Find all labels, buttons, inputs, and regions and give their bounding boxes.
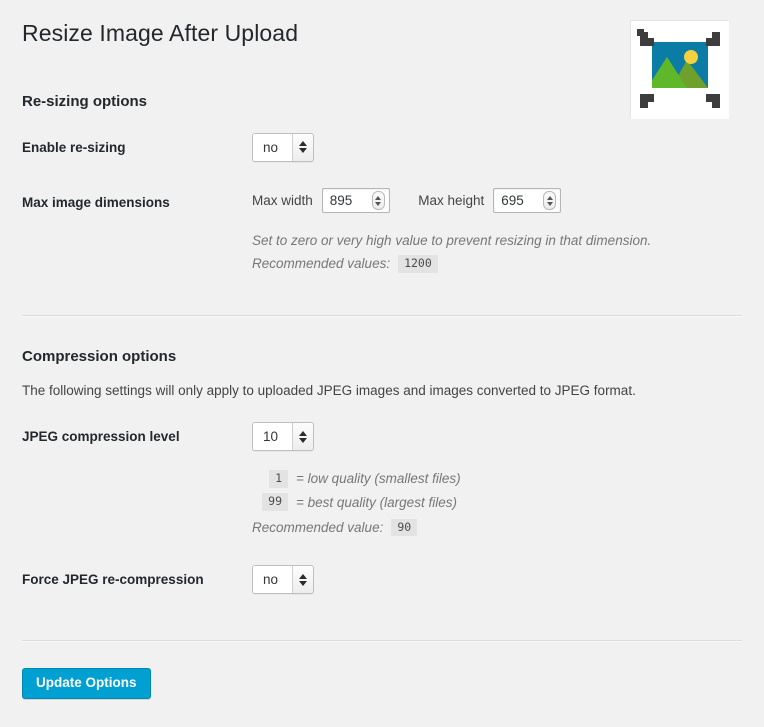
max-width-field: Max width 895 xyxy=(252,188,390,214)
max-dimensions-help: Set to zero or very high value to preven… xyxy=(252,230,732,275)
max-width-input[interactable]: 895 xyxy=(321,188,390,214)
max-dimensions-recommended: Recommended values: 1200 xyxy=(252,253,732,275)
force-recompression-value: no xyxy=(253,566,292,594)
updown-arrow-icon xyxy=(292,133,313,161)
plugin-banner xyxy=(630,20,729,119)
row-max-dimensions: Max image dimensions Max width 895 Max h… xyxy=(22,175,742,288)
jpeg-level-cell: 10 1 = low quality (smallest files) 99 =… xyxy=(252,409,742,552)
legend-key-value: 1 xyxy=(269,470,288,488)
legend-item: 99 = best quality (largest files) xyxy=(252,491,732,514)
row-force-recompression: Force JPEG re-compression no xyxy=(22,552,742,608)
max-height-input[interactable]: 695 xyxy=(493,188,562,214)
compression-intro: The following settings will only apply t… xyxy=(22,383,636,399)
enable-resizing-label: Enable re-sizing xyxy=(22,139,126,155)
row-jpeg-level: JPEG compression level 10 1 = low qualit… xyxy=(22,409,742,552)
row-enable-resizing: Enable re-sizing no xyxy=(22,120,742,176)
compression-form-table: JPEG compression level 10 1 = low qualit… xyxy=(22,409,742,607)
max-width-label: Max width xyxy=(252,193,313,209)
jpeg-level-label: JPEG compression level xyxy=(22,429,180,445)
enable-resizing-select[interactable]: no xyxy=(252,132,314,162)
max-dimensions-help-line-1: Set to zero or very high value to preven… xyxy=(252,233,652,249)
jpeg-level-value: 10 xyxy=(253,423,292,451)
max-height-field: Max height 695 xyxy=(418,188,562,214)
max-dimensions-cell: Max width 895 Max height 695 Set to zero… xyxy=(252,175,742,288)
legend-key: 1 xyxy=(252,470,288,488)
force-recompression-select[interactable]: no xyxy=(252,565,314,595)
force-recompression-label: Force JPEG re-compression xyxy=(22,572,204,588)
max-dimensions-label: Max image dimensions xyxy=(22,195,170,211)
legend-item: 1 = low quality (smallest files) xyxy=(252,467,732,490)
jpeg-level-recommended-label: Recommended value: xyxy=(252,519,384,535)
max-width-value: 895 xyxy=(329,193,353,209)
legend-text: = low quality (smallest files) xyxy=(296,471,461,487)
updown-arrow-icon xyxy=(292,423,313,451)
max-height-value: 695 xyxy=(501,193,524,209)
max-dimensions-recommended-value: 1200 xyxy=(398,255,438,273)
jpeg-level-legend: 1 = low quality (smallest files) 99 = be… xyxy=(252,467,732,539)
submit-area: Update Options xyxy=(22,642,742,699)
section-divider xyxy=(22,315,742,318)
max-height-label: Max height xyxy=(418,193,485,209)
resizing-form-table: Enable re-sizing no Max image dimensions… xyxy=(22,120,742,288)
legend-text: = best quality (largest files) xyxy=(296,494,457,510)
force-recompression-cell: no xyxy=(252,552,742,608)
jpeg-level-recommended-value: 90 xyxy=(391,518,418,537)
max-dimensions-recommended-label: Recommended values: xyxy=(252,256,391,272)
settings-page: Resize Image After Upload Re-sizing opti… xyxy=(0,0,764,727)
jpeg-level-select[interactable]: 10 xyxy=(252,422,314,452)
enable-resizing-cell: no xyxy=(252,120,742,176)
legend-key-value: 99 xyxy=(262,493,288,511)
enable-resizing-value: no xyxy=(253,133,292,161)
number-spinner-icon[interactable] xyxy=(371,191,385,211)
updown-arrow-icon xyxy=(292,566,313,594)
compression-section-heading: Compression options xyxy=(22,348,177,366)
legend-key: 99 xyxy=(252,493,288,511)
resize-image-icon xyxy=(631,21,729,119)
jpeg-level-recommended: Recommended value: 90 xyxy=(252,516,732,539)
update-options-button[interactable]: Update Options xyxy=(22,667,151,699)
number-spinner-icon[interactable] xyxy=(543,191,557,211)
